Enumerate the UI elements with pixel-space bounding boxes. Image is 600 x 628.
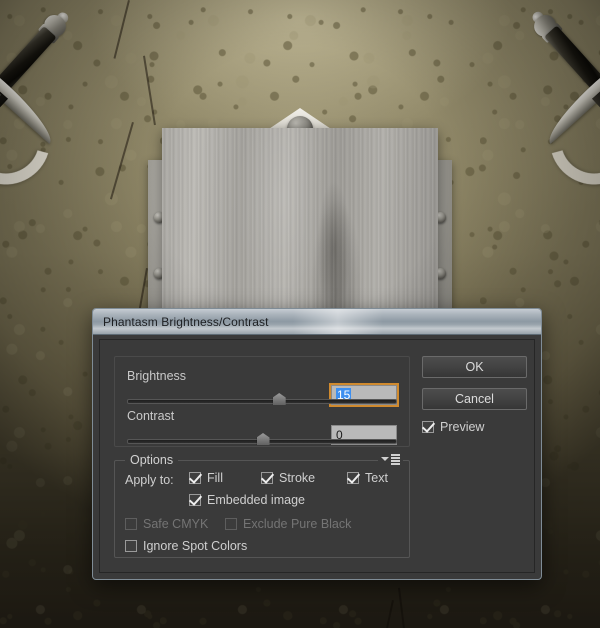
preview-label: Preview: [440, 420, 485, 434]
apply-to-stroke-label: Stroke: [279, 471, 316, 485]
dialog-body: Brightness 15 Contrast 0 OK Cancel Previ…: [99, 339, 535, 573]
options-panel: Options Apply to: Fill Stroke Text Embed…: [114, 453, 410, 558]
flyout-menu-icon[interactable]: [378, 454, 403, 465]
apply-to-text-row[interactable]: Text: [347, 471, 388, 485]
embedded-image-row[interactable]: Embedded image: [189, 493, 305, 507]
menu-lines-icon: [391, 454, 400, 465]
ignore-spot-colors-label: Ignore Spot Colors: [143, 539, 248, 553]
ignore-spot-colors-row[interactable]: Ignore Spot Colors: [125, 539, 247, 553]
contrast-label: Contrast: [127, 409, 175, 423]
brightness-contrast-dialog: Phantasm Brightness/Contrast Brightness …: [92, 308, 542, 580]
options-legend: Options: [125, 453, 179, 467]
exclude-pure-black-label: Exclude Pure Black: [243, 517, 352, 531]
apply-to-text-label: Text: [365, 471, 388, 485]
exclude-pure-black-row: Exclude Pure Black: [225, 517, 351, 531]
dialog-title: Phantasm Brightness/Contrast: [103, 314, 269, 329]
brightness-row: Brightness 15: [127, 367, 399, 407]
brightness-label: Brightness: [127, 369, 187, 383]
app-screenshot: Phantasm Brightness/Contrast Brightness …: [0, 0, 600, 628]
apply-to-stroke-row[interactable]: Stroke: [261, 471, 315, 485]
dialog-titlebar[interactable]: Phantasm Brightness/Contrast: [93, 309, 541, 335]
safe-cmyk-label: Safe CMYK: [143, 517, 209, 531]
preview-checkbox[interactable]: [422, 421, 434, 433]
contrast-slider-track[interactable]: [127, 433, 397, 445]
chevron-down-icon: [381, 457, 389, 462]
apply-to-label: Apply to:: [125, 473, 174, 487]
apply-to-fill-label: Fill: [207, 471, 223, 485]
cancel-button[interactable]: Cancel: [422, 388, 527, 410]
safe-cmyk-checkbox: [125, 518, 137, 530]
apply-to-text-checkbox[interactable]: [347, 472, 359, 484]
apply-to-fill-row[interactable]: Fill: [189, 471, 223, 485]
preview-checkbox-row[interactable]: Preview: [422, 420, 484, 434]
ok-button-label: OK: [465, 360, 484, 374]
contrast-row: Contrast 0: [127, 407, 397, 445]
embedded-image-label: Embedded image: [207, 493, 305, 507]
embedded-image-checkbox[interactable]: [189, 494, 201, 506]
sliders-panel: Brightness 15 Contrast 0: [114, 356, 410, 447]
apply-to-fill-checkbox[interactable]: [189, 472, 201, 484]
safe-cmyk-row: Safe CMYK: [125, 517, 208, 531]
exclude-pure-black-checkbox: [225, 518, 237, 530]
contrast-slider-thumb[interactable]: [256, 433, 270, 445]
apply-to-stroke-checkbox[interactable]: [261, 472, 273, 484]
brightness-slider-thumb[interactable]: [272, 393, 286, 405]
ignore-spot-colors-checkbox[interactable]: [125, 540, 137, 552]
brightness-slider-track[interactable]: [127, 393, 397, 405]
cancel-button-label: Cancel: [455, 392, 494, 406]
ok-button[interactable]: OK: [422, 356, 527, 378]
